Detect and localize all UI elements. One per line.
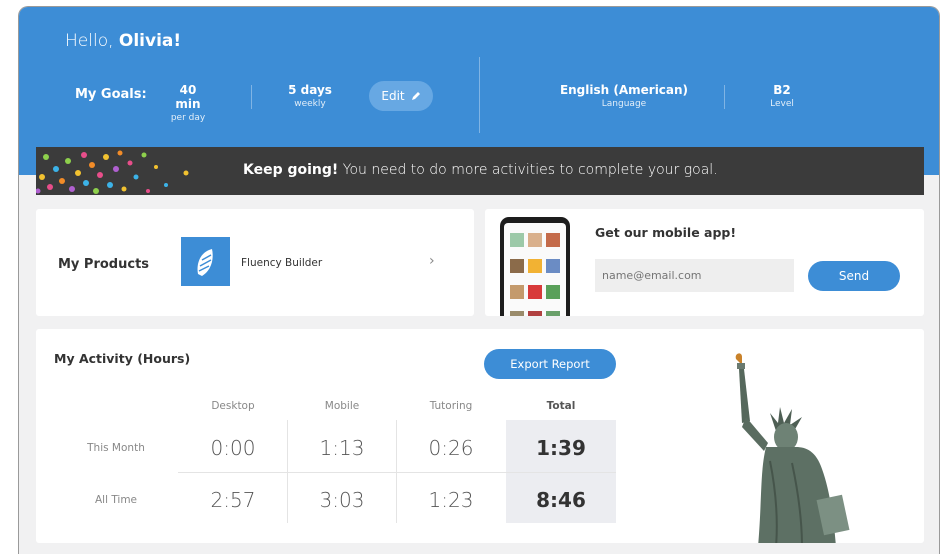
table-cell-total: 1:39 — [536, 436, 586, 460]
mobile-app-title: Get our mobile app! — [595, 225, 737, 240]
banner-text: You need to do more activities to comple… — [338, 162, 718, 178]
divider — [479, 57, 480, 133]
table-cell: 2:57 — [210, 488, 256, 512]
table-cell-total: 8:46 — [536, 488, 586, 512]
table-cell: 0:00 — [210, 436, 256, 460]
mobile-app-card: Get our mobile app! Send — [485, 209, 924, 316]
goal-time-value: 40 min — [175, 83, 201, 111]
email-input[interactable] — [595, 259, 794, 292]
divider — [251, 85, 252, 109]
column-header-total: Total — [546, 400, 576, 412]
product-logo[interactable] — [181, 237, 230, 286]
goal-time-sub: per day — [170, 113, 206, 123]
phone-screen — [504, 223, 566, 316]
products-title: My Products — [58, 257, 150, 272]
edit-goals-button[interactable]: Edit — [369, 81, 433, 111]
goal-days-value: 5 days — [288, 83, 332, 97]
stone-logo-icon — [197, 248, 213, 276]
statue-of-liberty-image — [735, 353, 850, 543]
greeting-text: Hello, — [65, 31, 114, 51]
divider — [724, 85, 725, 109]
send-button[interactable]: Send — [808, 261, 900, 291]
banner-bold-text: Keep going! — [243, 162, 339, 178]
edit-label: Edit — [381, 89, 405, 103]
confetti-decoration — [36, 150, 189, 194]
pencil-icon — [411, 92, 420, 100]
table-cell: 1:23 — [428, 488, 474, 512]
app-window: Hello, Olivia! My Goals: 40 min per day … — [18, 6, 940, 554]
table-cell: 3:03 — [319, 488, 365, 512]
goal-time: 40 min per day — [167, 83, 209, 123]
chevron-right-icon[interactable]: › — [429, 253, 435, 269]
language-grid-illustration — [510, 233, 560, 316]
table-cell: 0:26 — [428, 436, 474, 460]
product-name[interactable]: Fluency Builder — [241, 257, 322, 269]
goals-label: My Goals: — [75, 87, 147, 102]
column-header-tutoring: Tutoring — [429, 400, 473, 412]
my-products-card: My Products Fluency Builder › — [36, 209, 474, 316]
phone-image — [500, 217, 570, 316]
level-info: B2 Level — [767, 83, 797, 109]
row-label-this-month: This Month — [87, 442, 145, 454]
row-label-all-time: All Time — [94, 494, 138, 506]
greeting: Hello, Olivia! — [65, 31, 181, 51]
language-info: English (American) Language — [559, 83, 689, 109]
goal-banner: Keep going! You need to do more activiti… — [36, 147, 924, 195]
activity-title: My Activity (Hours) — [54, 351, 191, 366]
export-report-button[interactable]: Export Report — [484, 349, 616, 379]
level-sub: Level — [770, 99, 794, 109]
language-sub: Language — [601, 99, 647, 109]
column-header-mobile: Mobile — [324, 400, 360, 412]
language-value: English (American) — [559, 83, 689, 97]
column-header-desktop: Desktop — [211, 400, 255, 412]
row-divider — [178, 472, 616, 473]
goal-days: 5 days weekly — [285, 83, 335, 109]
goal-days-sub: weekly — [294, 99, 326, 109]
activity-card: My Activity (Hours) Export Report Deskto… — [36, 329, 924, 543]
table-cell: 1:13 — [319, 436, 365, 460]
level-value: B2 — [773, 83, 791, 97]
banner-message: Keep going! You need to do more activiti… — [243, 162, 718, 178]
user-name: Olivia! — [118, 31, 182, 51]
